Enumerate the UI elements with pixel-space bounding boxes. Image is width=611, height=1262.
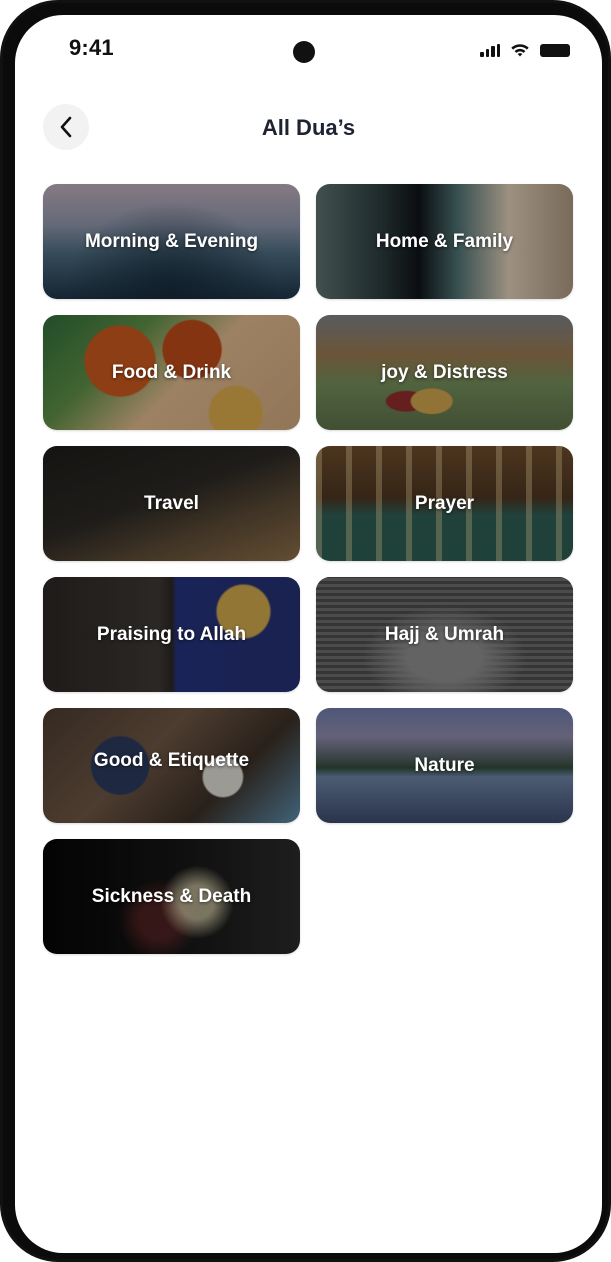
category-card-good-etiquette[interactable]: Good & Etiquette: [43, 708, 300, 823]
category-card-joy-distress[interactable]: joy & Distress: [316, 315, 573, 430]
card-label: Hajj & Umrah: [384, 623, 505, 645]
wifi-icon: [511, 44, 529, 57]
category-card-praising-to-allah[interactable]: Praising to Allah: [43, 577, 300, 692]
card-label: Food & Drink: [111, 361, 232, 383]
category-grid: Morning & Evening Home & Family Food & D…: [43, 184, 573, 954]
card-label: joy & Distress: [381, 361, 508, 383]
card-label: Home & Family: [375, 230, 514, 252]
status-icons: [480, 43, 570, 58]
category-card-morning-evening[interactable]: Morning & Evening: [43, 184, 300, 299]
category-card-home-family[interactable]: Home & Family: [316, 184, 573, 299]
screen: 9:41 All Dua’s Morning & Evening Home & …: [15, 15, 602, 1253]
card-label: Good & Etiquette: [93, 749, 250, 771]
card-label: Nature: [414, 754, 475, 776]
category-card-travel[interactable]: Travel: [43, 446, 300, 561]
cellular-signal-icon: [480, 44, 500, 57]
category-card-prayer[interactable]: Prayer: [316, 446, 573, 561]
category-card-hajj-umrah[interactable]: Hajj & Umrah: [316, 577, 573, 692]
category-card-food-drink[interactable]: Food & Drink: [43, 315, 300, 430]
front-camera: [293, 41, 315, 63]
page-title: All Dua’s: [261, 115, 356, 140]
card-label: Sickness & Death: [91, 885, 252, 907]
card-label: Travel: [144, 492, 199, 514]
category-card-sickness-death[interactable]: Sickness & Death: [43, 839, 300, 954]
card-label: Praising to Allah: [96, 623, 247, 645]
category-card-nature[interactable]: Nature: [316, 708, 573, 823]
phone-frame: 9:41 All Dua’s Morning & Evening Home & …: [0, 0, 611, 1262]
card-label: Prayer: [414, 492, 475, 514]
status-time: 9:41: [69, 35, 114, 60]
battery-icon: [540, 44, 570, 57]
card-label: Morning & Evening: [84, 230, 259, 252]
